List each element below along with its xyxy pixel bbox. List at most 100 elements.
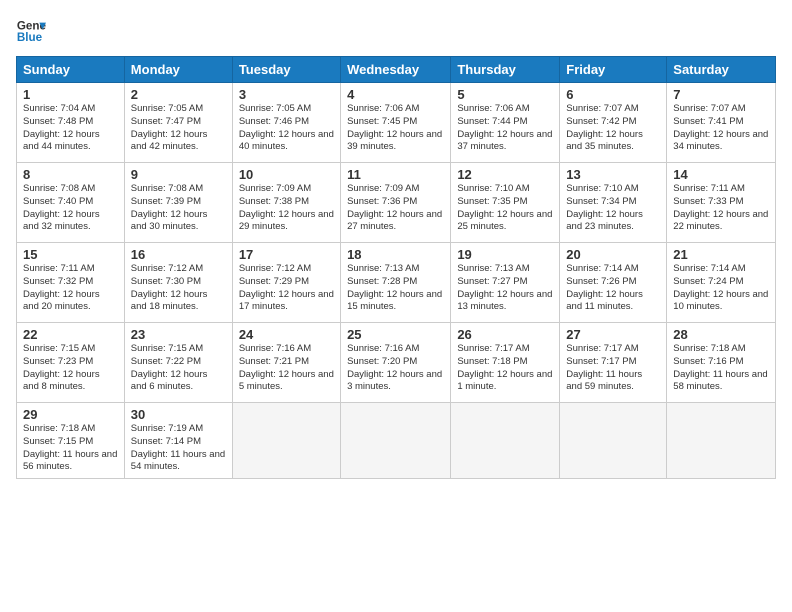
calendar-cell: 8Sunrise: 7:08 AMSunset: 7:40 PMDaylight… [17,163,125,243]
day-number: 12 [457,167,553,182]
calendar-cell: 12Sunrise: 7:10 AMSunset: 7:35 PMDayligh… [451,163,560,243]
day-info: Sunrise: 7:15 AMSunset: 7:23 PMDaylight:… [23,343,118,394]
week-row-5: 29Sunrise: 7:18 AMSunset: 7:15 PMDayligh… [17,403,776,479]
calendar-cell: 19Sunrise: 7:13 AMSunset: 7:27 PMDayligh… [451,243,560,323]
page-container: General Blue SundayMondayTuesdayWednesda… [0,0,792,487]
calendar-cell: 18Sunrise: 7:13 AMSunset: 7:28 PMDayligh… [341,243,451,323]
day-info: Sunrise: 7:10 AMSunset: 7:34 PMDaylight:… [566,183,660,234]
day-number: 2 [131,87,226,102]
day-number: 28 [673,327,769,342]
day-number: 19 [457,247,553,262]
logo: General Blue [16,16,46,46]
day-info: Sunrise: 7:05 AMSunset: 7:47 PMDaylight:… [131,103,226,154]
day-number: 27 [566,327,660,342]
calendar-cell: 15Sunrise: 7:11 AMSunset: 7:32 PMDayligh… [17,243,125,323]
day-number: 22 [23,327,118,342]
day-number: 3 [239,87,334,102]
calendar-cell: 30Sunrise: 7:19 AMSunset: 7:14 PMDayligh… [124,403,232,479]
calendar-cell: 20Sunrise: 7:14 AMSunset: 7:26 PMDayligh… [560,243,667,323]
day-info: Sunrise: 7:18 AMSunset: 7:15 PMDaylight:… [23,423,118,474]
day-number: 11 [347,167,444,182]
col-header-tuesday: Tuesday [232,57,340,83]
svg-text:Blue: Blue [17,31,43,44]
day-info: Sunrise: 7:04 AMSunset: 7:48 PMDaylight:… [23,103,118,154]
col-header-wednesday: Wednesday [341,57,451,83]
day-info: Sunrise: 7:09 AMSunset: 7:36 PMDaylight:… [347,183,444,234]
col-header-monday: Monday [124,57,232,83]
day-number: 25 [347,327,444,342]
calendar-cell [232,403,340,479]
day-number: 30 [131,407,226,422]
day-info: Sunrise: 7:05 AMSunset: 7:46 PMDaylight:… [239,103,334,154]
day-info: Sunrise: 7:18 AMSunset: 7:16 PMDaylight:… [673,343,769,394]
calendar-cell: 4Sunrise: 7:06 AMSunset: 7:45 PMDaylight… [341,83,451,163]
calendar-cell: 9Sunrise: 7:08 AMSunset: 7:39 PMDaylight… [124,163,232,243]
day-info: Sunrise: 7:16 AMSunset: 7:21 PMDaylight:… [239,343,334,394]
calendar-cell: 17Sunrise: 7:12 AMSunset: 7:29 PMDayligh… [232,243,340,323]
calendar-cell: 29Sunrise: 7:18 AMSunset: 7:15 PMDayligh… [17,403,125,479]
week-row-1: 1Sunrise: 7:04 AMSunset: 7:48 PMDaylight… [17,83,776,163]
calendar-cell: 2Sunrise: 7:05 AMSunset: 7:47 PMDaylight… [124,83,232,163]
day-number: 29 [23,407,118,422]
day-number: 21 [673,247,769,262]
day-info: Sunrise: 7:11 AMSunset: 7:33 PMDaylight:… [673,183,769,234]
day-number: 18 [347,247,444,262]
day-info: Sunrise: 7:14 AMSunset: 7:26 PMDaylight:… [566,263,660,314]
day-info: Sunrise: 7:17 AMSunset: 7:17 PMDaylight:… [566,343,660,394]
day-info: Sunrise: 7:08 AMSunset: 7:39 PMDaylight:… [131,183,226,234]
calendar-cell: 27Sunrise: 7:17 AMSunset: 7:17 PMDayligh… [560,323,667,403]
calendar-cell: 1Sunrise: 7:04 AMSunset: 7:48 PMDaylight… [17,83,125,163]
calendar-cell [560,403,667,479]
day-info: Sunrise: 7:13 AMSunset: 7:27 PMDaylight:… [457,263,553,314]
col-header-sunday: Sunday [17,57,125,83]
calendar-cell: 5Sunrise: 7:06 AMSunset: 7:44 PMDaylight… [451,83,560,163]
day-info: Sunrise: 7:13 AMSunset: 7:28 PMDaylight:… [347,263,444,314]
col-header-saturday: Saturday [667,57,776,83]
header: General Blue [16,16,776,46]
calendar-cell: 14Sunrise: 7:11 AMSunset: 7:33 PMDayligh… [667,163,776,243]
calendar-cell: 10Sunrise: 7:09 AMSunset: 7:38 PMDayligh… [232,163,340,243]
calendar-cell [667,403,776,479]
col-header-friday: Friday [560,57,667,83]
day-number: 1 [23,87,118,102]
calendar-body: 1Sunrise: 7:04 AMSunset: 7:48 PMDaylight… [17,83,776,479]
calendar-cell: 7Sunrise: 7:07 AMSunset: 7:41 PMDaylight… [667,83,776,163]
day-info: Sunrise: 7:11 AMSunset: 7:32 PMDaylight:… [23,263,118,314]
calendar-cell: 25Sunrise: 7:16 AMSunset: 7:20 PMDayligh… [341,323,451,403]
calendar-header-row: SundayMondayTuesdayWednesdayThursdayFrid… [17,57,776,83]
day-info: Sunrise: 7:14 AMSunset: 7:24 PMDaylight:… [673,263,769,314]
calendar-cell: 6Sunrise: 7:07 AMSunset: 7:42 PMDaylight… [560,83,667,163]
calendar-cell: 28Sunrise: 7:18 AMSunset: 7:16 PMDayligh… [667,323,776,403]
day-number: 8 [23,167,118,182]
day-number: 24 [239,327,334,342]
day-info: Sunrise: 7:08 AMSunset: 7:40 PMDaylight:… [23,183,118,234]
day-info: Sunrise: 7:09 AMSunset: 7:38 PMDaylight:… [239,183,334,234]
day-info: Sunrise: 7:16 AMSunset: 7:20 PMDaylight:… [347,343,444,394]
calendar-cell: 3Sunrise: 7:05 AMSunset: 7:46 PMDaylight… [232,83,340,163]
logo-icon: General Blue [16,16,46,46]
calendar-cell [341,403,451,479]
day-number: 14 [673,167,769,182]
calendar-cell: 26Sunrise: 7:17 AMSunset: 7:18 PMDayligh… [451,323,560,403]
day-info: Sunrise: 7:07 AMSunset: 7:41 PMDaylight:… [673,103,769,154]
week-row-2: 8Sunrise: 7:08 AMSunset: 7:40 PMDaylight… [17,163,776,243]
day-number: 17 [239,247,334,262]
calendar-cell: 16Sunrise: 7:12 AMSunset: 7:30 PMDayligh… [124,243,232,323]
day-number: 20 [566,247,660,262]
calendar-table: SundayMondayTuesdayWednesdayThursdayFrid… [16,56,776,479]
day-info: Sunrise: 7:19 AMSunset: 7:14 PMDaylight:… [131,423,226,474]
day-number: 13 [566,167,660,182]
day-info: Sunrise: 7:15 AMSunset: 7:22 PMDaylight:… [131,343,226,394]
calendar-cell: 24Sunrise: 7:16 AMSunset: 7:21 PMDayligh… [232,323,340,403]
calendar-cell: 21Sunrise: 7:14 AMSunset: 7:24 PMDayligh… [667,243,776,323]
day-info: Sunrise: 7:06 AMSunset: 7:45 PMDaylight:… [347,103,444,154]
day-info: Sunrise: 7:10 AMSunset: 7:35 PMDaylight:… [457,183,553,234]
calendar-cell: 22Sunrise: 7:15 AMSunset: 7:23 PMDayligh… [17,323,125,403]
week-row-3: 15Sunrise: 7:11 AMSunset: 7:32 PMDayligh… [17,243,776,323]
day-info: Sunrise: 7:12 AMSunset: 7:29 PMDaylight:… [239,263,334,314]
day-number: 26 [457,327,553,342]
day-number: 15 [23,247,118,262]
col-header-thursday: Thursday [451,57,560,83]
day-number: 9 [131,167,226,182]
day-number: 16 [131,247,226,262]
